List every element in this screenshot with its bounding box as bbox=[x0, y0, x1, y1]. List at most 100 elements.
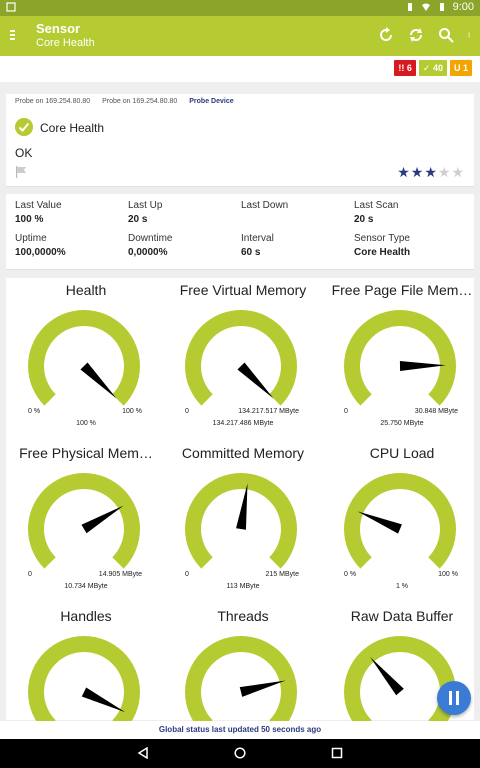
notification-icon bbox=[6, 2, 16, 12]
priority-star-icon[interactable]: ★ bbox=[451, 164, 464, 181]
priority-stars[interactable]: ★ ★ ★ ★ ★ bbox=[397, 164, 464, 181]
gauge-card[interactable]: CPU Load 0 % 100 % 1 % bbox=[322, 443, 480, 603]
status-bar-notifications bbox=[6, 2, 16, 12]
clock: 9:00 bbox=[452, 1, 474, 13]
stat-item: Uptime 100,0000% bbox=[15, 233, 128, 258]
stat-item: Last Down bbox=[241, 200, 354, 214]
stat-item: Downtime 0,0000% bbox=[128, 233, 241, 258]
stat-value: 100,0000% bbox=[15, 247, 66, 258]
stat-label: Sensor Type bbox=[354, 233, 410, 244]
stat-item: Interval 60 s bbox=[241, 233, 354, 258]
stat-label: Last Down bbox=[241, 200, 289, 211]
pause-button[interactable] bbox=[437, 681, 471, 715]
app-bar: Sensor Core Health bbox=[0, 16, 480, 56]
channel-gauges: Health 0 % 100 % 100 % Free Virtual Memory 0 1… bbox=[6, 278, 474, 732]
unusual-sensors-badge[interactable]: U 1 bbox=[449, 60, 472, 76]
gauge-arc bbox=[28, 636, 140, 732]
gauge-max-label: 100 % bbox=[122, 408, 142, 415]
gauge-arc bbox=[185, 636, 297, 732]
gauge-card[interactable]: Free Page File Mem… 0 30.848 MByte 25.750 M… bbox=[322, 280, 480, 440]
gauge-max-label: 215 MByte bbox=[265, 571, 299, 578]
sensor-header-card: Probe on 169.254.80.80 Probe on 169.254.… bbox=[6, 94, 474, 187]
alarm-badges: !! 6 ✓ 40 U 1 bbox=[394, 60, 472, 76]
sensor-stats-card: Last Value 100 % Last Up 20 s Last Down Last … bbox=[6, 194, 474, 270]
recents-icon[interactable] bbox=[331, 747, 343, 759]
gauge-card[interactable]: Health 0 % 100 % 100 % bbox=[6, 280, 166, 440]
down-alarms-badge[interactable]: !! 6 bbox=[394, 60, 416, 76]
gauge-title: Health bbox=[65, 282, 107, 298]
breadcrumb-item[interactable]: Probe Device bbox=[189, 98, 233, 105]
gauge-value-label: 1 % bbox=[395, 583, 409, 590]
stat-item: Last Scan 20 s bbox=[354, 200, 467, 225]
stat-item: Sensor Type Core Health bbox=[354, 233, 467, 258]
gauge-min-label: 0 bbox=[344, 408, 348, 415]
priority-star-icon[interactable]: ★ bbox=[424, 164, 437, 181]
gauge-title: Handles bbox=[60, 608, 112, 624]
stat-label: Last Value bbox=[15, 200, 62, 211]
stat-value: 0,0000% bbox=[128, 247, 168, 258]
flag-icon[interactable] bbox=[15, 166, 27, 178]
gauge-arc bbox=[28, 473, 140, 569]
stat-value: Core Health bbox=[354, 247, 411, 258]
gauge-min-label: 0 % bbox=[28, 408, 41, 415]
search-icon[interactable] bbox=[438, 27, 454, 43]
breadcrumb-item[interactable]: Probe on 169.254.80.80 bbox=[102, 98, 177, 105]
gauge-value-label: 10.734 MByte bbox=[64, 583, 108, 590]
gauge-needle bbox=[239, 680, 286, 697]
stat-label: Last Up bbox=[128, 200, 163, 211]
gauge-needle bbox=[81, 687, 126, 713]
priority-star-icon[interactable]: ★ bbox=[411, 164, 424, 181]
breadcrumb-item[interactable]: Probe on 169.254.80.80 bbox=[15, 98, 90, 105]
app-bar-actions bbox=[378, 27, 474, 43]
gauge-arc bbox=[344, 473, 456, 569]
gauge-title: Free Page File Mem… bbox=[331, 282, 473, 298]
alarm-summary-bar: !! 6 ✓ 40 U 1 bbox=[0, 56, 480, 82]
gauge-min-label: 0 % bbox=[344, 571, 357, 578]
gauge-value-label: 134.217.486 MByte bbox=[212, 420, 274, 427]
gauge-title: Committed Memory bbox=[181, 445, 305, 461]
gauge-title: CPU Load bbox=[369, 445, 435, 461]
menu-icon[interactable] bbox=[8, 28, 22, 42]
scan-now-icon[interactable] bbox=[378, 27, 394, 43]
priority-star-icon[interactable]: ★ bbox=[397, 164, 410, 181]
more-options-icon[interactable] bbox=[468, 27, 474, 43]
gauge-needle bbox=[399, 361, 446, 371]
gauge-value-label: 25.750 MByte bbox=[380, 420, 424, 427]
page-subtitle: Core Health bbox=[36, 37, 95, 49]
priority-star-icon[interactable]: ★ bbox=[438, 164, 451, 181]
gauge-needle bbox=[237, 362, 274, 399]
stat-value: 20 s bbox=[128, 214, 148, 225]
gauge-card[interactable]: Committed Memory 0 215 MByte 113 MByte bbox=[163, 443, 323, 603]
refresh-icon[interactable] bbox=[408, 27, 424, 43]
gauge-min-label: 0 bbox=[185, 408, 189, 415]
stat-item: Last Up 20 s bbox=[128, 200, 241, 225]
gauge-card[interactable]: Free Virtual Memory 0 134.217.517 MByte 134… bbox=[163, 280, 323, 440]
gauge-needle bbox=[236, 483, 248, 530]
page-title: Sensor bbox=[36, 21, 81, 36]
home-icon[interactable] bbox=[234, 747, 246, 759]
battery-icon bbox=[439, 3, 444, 11]
gauge-max-label: 134.217.517 MByte bbox=[238, 408, 299, 415]
stat-value: 20 s bbox=[354, 214, 374, 225]
gauge-min-label: 0 bbox=[28, 571, 32, 578]
navigation-bar bbox=[0, 739, 480, 768]
gauge-title: Free Virtual Memory bbox=[179, 282, 307, 298]
up-sensors-badge[interactable]: ✓ 40 bbox=[418, 60, 447, 76]
gauge-max-label: 14.905 MByte bbox=[98, 571, 142, 578]
gauge-title: Threads bbox=[217, 608, 269, 624]
stat-item: Last Value 100 % bbox=[15, 200, 128, 225]
gauge-arc bbox=[344, 310, 456, 406]
back-icon[interactable] bbox=[137, 747, 149, 759]
gauge-arc bbox=[185, 310, 297, 406]
status-ok-icon bbox=[15, 118, 33, 136]
gauge-needle bbox=[81, 505, 124, 534]
gauge-card[interactable]: Free Physical Mem… 0 14.905 MByte 10.734 MB… bbox=[6, 443, 166, 603]
gauge-needle bbox=[370, 657, 404, 696]
gauge-arc bbox=[28, 310, 140, 406]
stat-value: 100 % bbox=[15, 214, 44, 225]
wifi-icon bbox=[421, 3, 430, 11]
status-bar: 9:00 bbox=[0, 0, 480, 16]
gauge-min-label: 0 bbox=[185, 571, 189, 578]
sensor-status-text: OK bbox=[15, 146, 33, 160]
vibrate-icon bbox=[407, 3, 412, 11]
